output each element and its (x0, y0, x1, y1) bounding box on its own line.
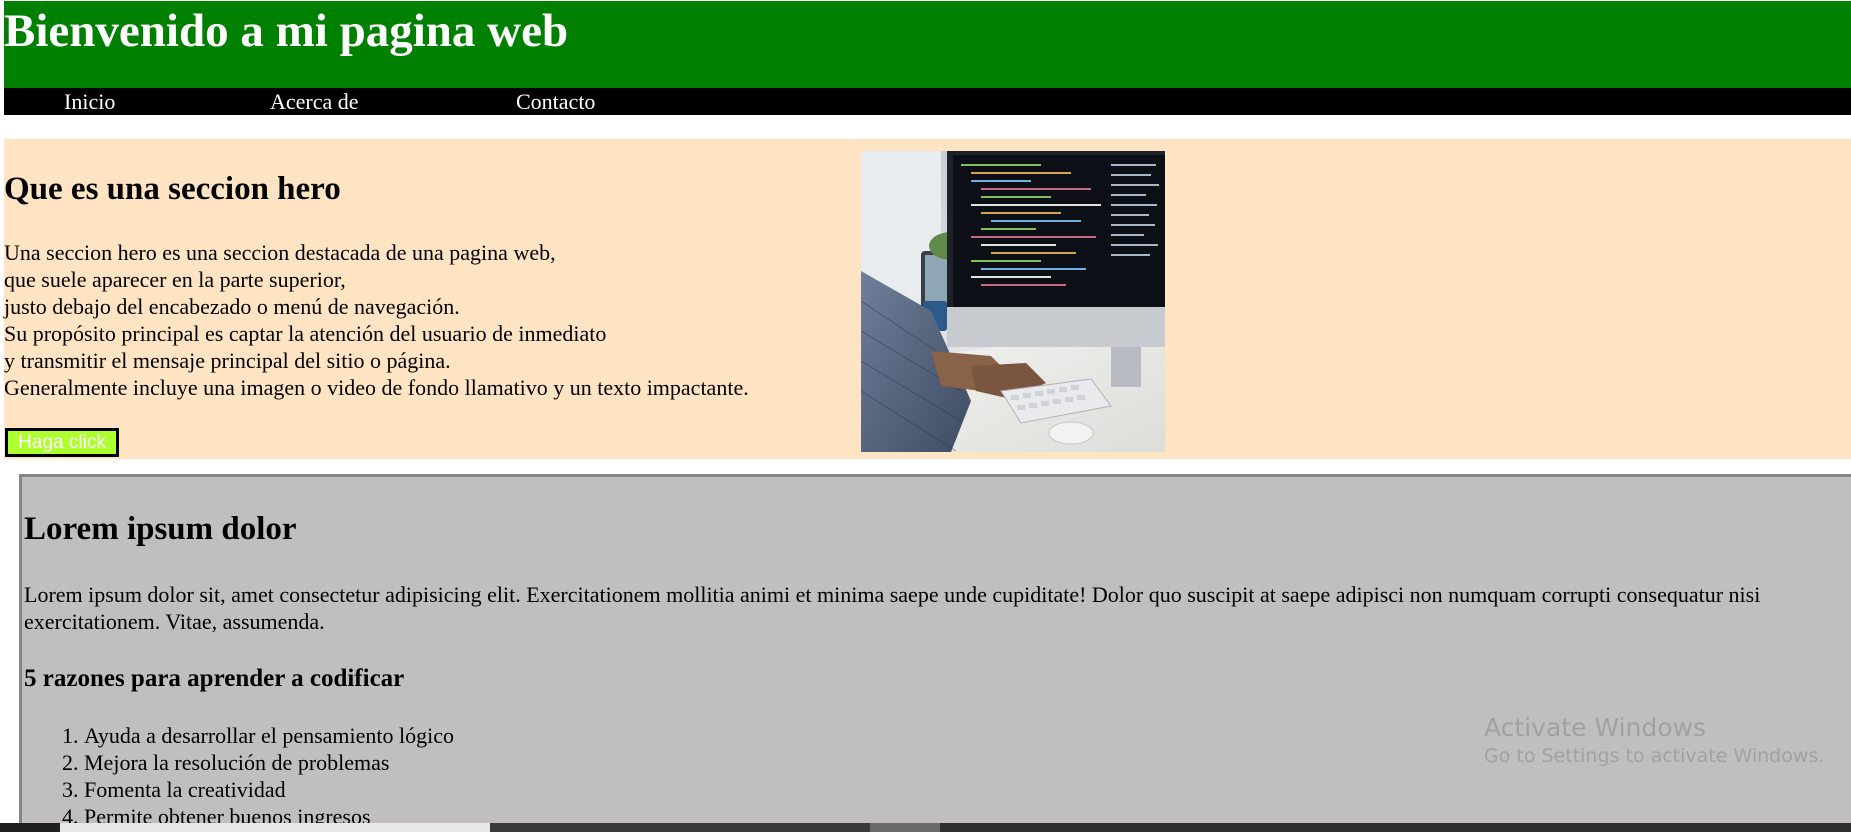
site-header: Bienvenido a mi pagina web (4, 1, 1851, 88)
taskbar-edge (0, 823, 1851, 832)
taskbar-segment (0, 823, 60, 832)
hero-description: Una seccion hero es una seccion destacad… (4, 239, 749, 401)
taskbar-segment (870, 823, 940, 832)
hero-section: Que es una seccion hero Una seccion hero… (4, 139, 1851, 459)
nav-link-inicio[interactable]: Inicio (64, 88, 115, 115)
content-title: Lorem ipsum dolor (24, 511, 297, 547)
site-title: Bienvenido a mi pagina web (4, 5, 569, 57)
hero-image (861, 151, 1165, 452)
hero-line: Una seccion hero es una seccion destacad… (4, 240, 556, 265)
hero-line: justo debajo del encabezado o menú de na… (4, 294, 460, 319)
activate-windows-watermark: Activate Windows Go to Settings to activ… (1484, 712, 1824, 768)
watermark-title: Activate Windows (1484, 713, 1706, 742)
taskbar-segment (490, 823, 870, 832)
content-section: Lorem ipsum dolor Lorem ipsum dolor sit,… (19, 474, 1851, 832)
haga-click-button[interactable]: Haga click (5, 428, 119, 457)
taskbar-segment (940, 823, 1851, 832)
watermark-subtitle: Go to Settings to activate Windows. (1484, 745, 1825, 767)
browser-viewport: Bienvenido a mi pagina web Inicio Acerca… (0, 0, 1851, 832)
reasons-list: Ayuda a desarrollar el pensamiento lógic… (24, 722, 454, 830)
main-nav: Inicio Acerca de Contacto (4, 88, 1851, 115)
list-item: Ayuda a desarrollar el pensamiento lógic… (84, 722, 454, 749)
reasons-heading: 5 razones para aprender a codificar (24, 665, 405, 692)
hero-line: y transmitir el mensaje principal del si… (4, 348, 451, 373)
computer-workspace-image (861, 151, 1165, 452)
taskbar-segment (60, 823, 490, 832)
list-item: Fomenta la creatividad (84, 776, 454, 803)
hero-line: Generalmente incluye una imagen o video … (4, 375, 749, 400)
hero-title: Que es una seccion hero (4, 171, 341, 207)
nav-link-contacto[interactable]: Contacto (516, 88, 595, 115)
content-paragraph: Lorem ipsum dolor sit, amet consectetur … (24, 582, 1761, 634)
hero-line: que suele aparecer en la parte superior, (4, 267, 346, 292)
list-item: Mejora la resolución de problemas (84, 749, 454, 776)
nav-link-acerca-de[interactable]: Acerca de (270, 88, 359, 115)
hero-line: Su propósito principal es captar la aten… (4, 321, 607, 346)
